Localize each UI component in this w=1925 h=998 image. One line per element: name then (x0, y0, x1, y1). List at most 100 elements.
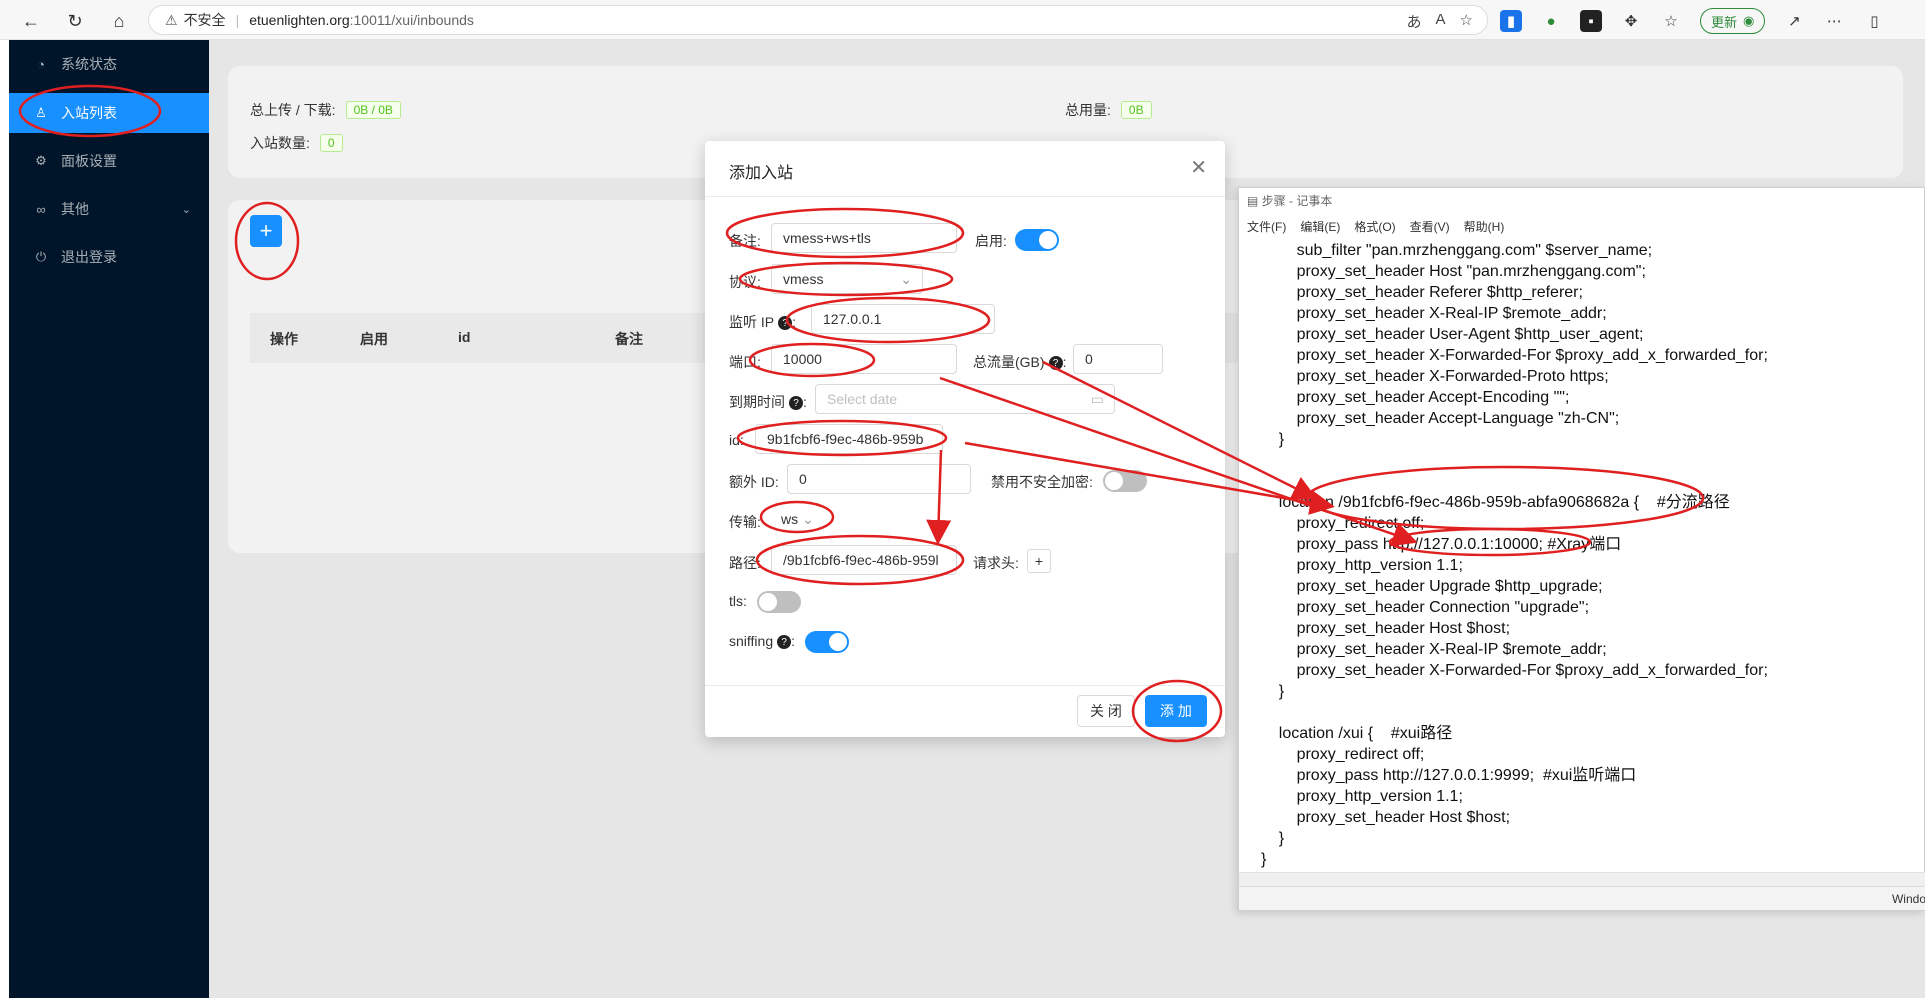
code-line: proxy_set_header Host $host; (1261, 809, 1511, 826)
total-traffic-label: 总流量(GB)?: (973, 354, 1067, 371)
url-path: :10011/xui/inbounds (349, 12, 474, 28)
share-icon[interactable]: ↗ (1783, 10, 1805, 32)
add-inbound-dialog: 添加入站 ✕ 备注: vmess+ws+tls 启用: 协议: vmess ⌄ … (705, 141, 1225, 737)
sidebar-item-inbounds[interactable]: ♙ 入站列表 (9, 93, 209, 133)
update-button[interactable]: 更新 ◉ (1700, 8, 1766, 34)
sidebar-item-settings[interactable]: ⚙ 面板设置 (9, 141, 209, 181)
stat-upload-download: 总上传 / 下载: 0B / 0B (250, 100, 401, 120)
home-icon[interactable]: ⌂ (106, 8, 132, 34)
total-traffic-input[interactable]: 0 (1073, 344, 1163, 374)
calendar-icon: ▭ (1090, 390, 1104, 407)
path-input[interactable]: /9b1fcbf6-f9ec-486b-959l (771, 545, 957, 575)
col-id: id (458, 329, 471, 345)
url-separator: | (235, 12, 240, 28)
code-line: proxy_set_header Accept-Encoding ""; (1261, 389, 1570, 406)
disable-insecure-switch[interactable] (1103, 470, 1147, 492)
notepad-menu: 文件(F) 编辑(E) 格式(O) 查看(V) 帮助(H) (1247, 218, 1504, 235)
enable-switch[interactable] (1015, 229, 1059, 251)
notepad-window: ▤ 步骤 - 记事本 文件(F) 编辑(E) 格式(O) 查看(V) 帮助(H)… (1238, 187, 1925, 911)
transport-select[interactable]: ws ⌄ (771, 504, 823, 534)
notepad-title: ▤ 步骤 - 记事本 (1247, 194, 1333, 208)
user-icon: ♙ (35, 105, 47, 120)
refresh-icon[interactable]: ↻ (62, 8, 88, 34)
code-line: proxy_set_header X-Forwarded-Proto https… (1261, 368, 1609, 385)
enable-label: 启用: (975, 233, 1007, 249)
col-actions: 操作 (270, 331, 298, 347)
code-line: } (1261, 830, 1285, 847)
browser-toolbar: ← ↻ ⌂ ⚠ 不安全 | etuenlighten.org :10011/xu… (0, 0, 1925, 40)
help-icon[interactable]: ? (778, 316, 793, 331)
code-line: proxy_set_header Accept-Language "zh-CN"… (1261, 410, 1620, 427)
stat-total-usage: 总用量: 0B (1065, 100, 1152, 120)
code-line: proxy_http_version 1.1; (1261, 557, 1463, 574)
dialog-title: 添加入站 (729, 165, 794, 182)
favorite-star-icon[interactable]: ☆ (1460, 11, 1473, 32)
menu-file[interactable]: 文件(F) (1247, 218, 1286, 235)
help-icon[interactable]: ? (777, 635, 792, 650)
protocol-select[interactable]: vmess ⌄ (771, 264, 923, 294)
code-line: sub_filter "pan.mrzhenggang.com" $server… (1261, 242, 1653, 259)
remark-label: 备注: (729, 233, 761, 249)
chevron-down-icon: ⌄ (802, 510, 814, 527)
menu-view[interactable]: 查看(V) (1410, 218, 1450, 235)
sidebar-item-logout[interactable]: ⏻ 退出登录 (9, 237, 209, 277)
sidebar: ◔ 系统状态 ♙ 入站列表 ⚙ 面板设置 ∞ 其他 ⌄ ⏻ 退出登录 (9, 40, 209, 998)
menu-help[interactable]: 帮助(H) (1464, 218, 1505, 235)
chevron-down-icon: ⌄ (900, 270, 912, 287)
notepad-icon: ▤ (1247, 194, 1262, 208)
code-line: proxy_set_header Host $host; (1261, 620, 1511, 637)
sidebar-toggle-icon[interactable]: ▯ (1863, 10, 1885, 32)
extra-id-input[interactable]: 0 (787, 464, 971, 494)
protocol-label: 协议: (729, 274, 761, 290)
back-arrow-icon[interactable]: ← (18, 8, 44, 34)
code-line: location /xui { #xui路径 (1261, 725, 1453, 742)
dialog-header-divider (705, 196, 1225, 197)
url-host: etuenlighten.org (249, 12, 350, 28)
add-button[interactable]: 添 加 (1145, 695, 1207, 727)
code-line: proxy_set_header Host "pan.mrzhenggang.c… (1261, 263, 1646, 280)
sidebar-item-other[interactable]: ∞ 其他 ⌄ (9, 189, 209, 229)
code-line: proxy_set_header User-Agent $http_user_a… (1261, 326, 1644, 343)
bitwarden-extension-icon[interactable]: ▮ (1500, 10, 1522, 32)
read-aloud-icon[interactable]: A (1436, 11, 1446, 32)
expire-date-picker[interactable]: Select date ▭ (815, 384, 1115, 414)
warning-icon: ⚠ (165, 11, 178, 28)
horizontal-scrollbar[interactable] (1239, 872, 1925, 886)
add-inbound-button[interactable]: + (250, 215, 282, 247)
gear-icon: ⚙ (35, 153, 47, 168)
port-input[interactable]: 10000 (771, 344, 957, 374)
security-warning: 不安全 (183, 12, 226, 28)
sniffing-switch[interactable] (805, 631, 849, 653)
extra-id-label: 额外 ID: (729, 474, 779, 490)
listen-ip-input[interactable]: 127.0.0.1 (811, 304, 995, 334)
remark-input[interactable]: vmess+ws+tls (771, 223, 957, 253)
code-line: proxy_set_header X-Real-IP $remote_addr; (1261, 641, 1607, 658)
code-line: proxy_pass http://127.0.0.1:10000; #Xray… (1261, 536, 1622, 553)
favorites-icon[interactable]: ☆ (1660, 10, 1682, 32)
sidebar-item-status[interactable]: ◔ 系统状态 (9, 44, 209, 84)
menu-edit[interactable]: 编辑(E) (1300, 218, 1340, 235)
code-line: proxy_http_version 1.1; (1261, 788, 1463, 805)
extension-terminal-icon[interactable]: ▪ (1580, 10, 1602, 32)
col-enable: 启用 (360, 331, 388, 347)
close-button[interactable]: 关 闭 (1077, 695, 1135, 727)
port-label: 端口: (729, 354, 761, 370)
more-menu-icon[interactable]: ⋯ (1823, 10, 1845, 32)
extension-globe-icon[interactable]: ● (1540, 10, 1562, 32)
extensions-puzzle-icon[interactable]: ✥ (1620, 10, 1642, 32)
id-input[interactable]: 9b1fcbf6-f9ec-486b-959b (755, 424, 943, 454)
address-bar[interactable]: ⚠ 不安全 | etuenlighten.org :10011/xui/inbo… (148, 5, 1488, 35)
tls-switch[interactable] (757, 591, 801, 613)
close-icon[interactable]: ✕ (1190, 155, 1207, 180)
disable-insecure-label: 禁用不安全加密: (991, 474, 1093, 490)
menu-format[interactable]: 格式(O) (1354, 218, 1395, 235)
total-usage-tag: 0B (1120, 101, 1152, 119)
translate-icon[interactable]: あ (1407, 11, 1422, 32)
help-icon[interactable]: ? (789, 396, 803, 411)
add-header-button[interactable]: + (1027, 549, 1051, 573)
dialog-footer-divider (705, 685, 1225, 686)
code-line: } (1261, 683, 1285, 700)
code-line: location /9b1fcbf6-f9ec-486b-959b-abfa90… (1261, 494, 1730, 511)
code-line: proxy_set_header Upgrade $http_upgrade; (1261, 578, 1603, 595)
help-icon[interactable]: ? (1048, 356, 1063, 371)
